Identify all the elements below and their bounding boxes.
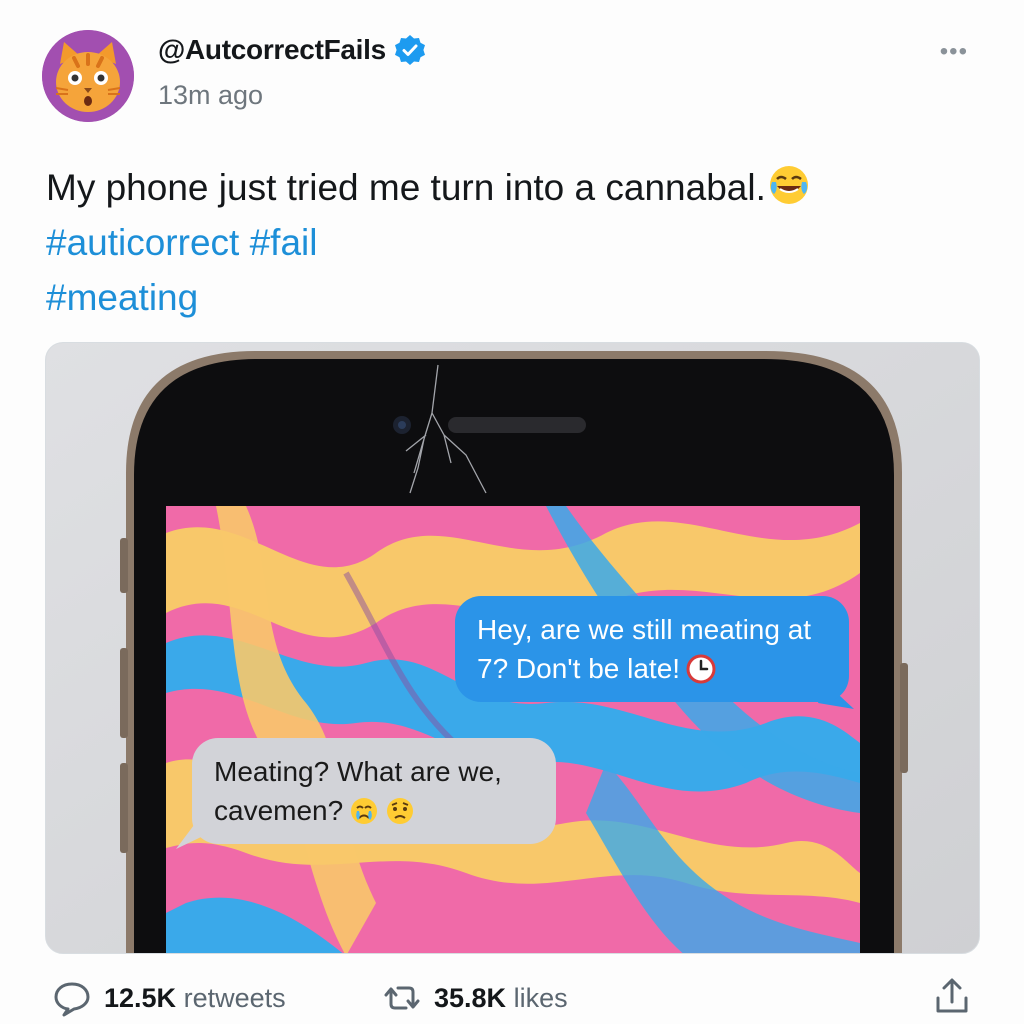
- sent-message-bubble: Hey, are we still meating at 7? Don't be…: [455, 596, 849, 702]
- tweet-body: My phone just tried me turn into a canna…: [46, 160, 946, 325]
- crying-face-icon: [351, 798, 378, 824]
- cat-face-icon: [42, 30, 134, 122]
- likes-stat[interactable]: 35.8K likes: [382, 978, 568, 1018]
- face-with-tears-of-joy-icon: [769, 166, 808, 204]
- share-icon[interactable]: [932, 976, 972, 1016]
- worried-face-icon: [387, 798, 414, 824]
- author-handle-row[interactable]: @AutcorrectFails: [158, 34, 426, 66]
- author-handle[interactable]: @AutcorrectFails: [158, 34, 386, 66]
- more-options-icon[interactable]: •••: [940, 38, 968, 66]
- retweets-count: 12.5K: [104, 982, 177, 1013]
- speech-bubble-icon: [54, 982, 90, 1017]
- received-message-bubble: Meating? What are we, cavemen?: [192, 738, 556, 844]
- hashtags-line-2[interactable]: #meating: [46, 270, 946, 325]
- tweet-media-image[interactable]: Hey, are we still meating at 7? Don't be…: [45, 342, 980, 954]
- clock-icon: [686, 654, 716, 684]
- hashtags-line-1[interactable]: #auticorrect #fail: [46, 215, 946, 270]
- likes-label: likes: [513, 982, 568, 1013]
- retweets-label: retweets: [183, 982, 286, 1013]
- avatar[interactable]: [42, 30, 134, 122]
- tweet-line-1: My phone just tried me turn into a canna…: [46, 160, 946, 215]
- tweet-actions-bar: 12.5K retweets 35.8K likes: [0, 970, 1024, 1024]
- verified-badge-icon: [394, 35, 425, 65]
- post-timestamp: 13m ago: [158, 80, 264, 110]
- sent-message-text: Hey, are we still meating at 7? Don't be…: [477, 614, 812, 684]
- retweet-icon: [384, 986, 420, 1010]
- likes-count: 35.8K: [434, 982, 507, 1013]
- tweet-text: My phone just tried me turn into a canna…: [46, 167, 766, 208]
- retweets-stat[interactable]: 12.5K retweets: [52, 978, 286, 1018]
